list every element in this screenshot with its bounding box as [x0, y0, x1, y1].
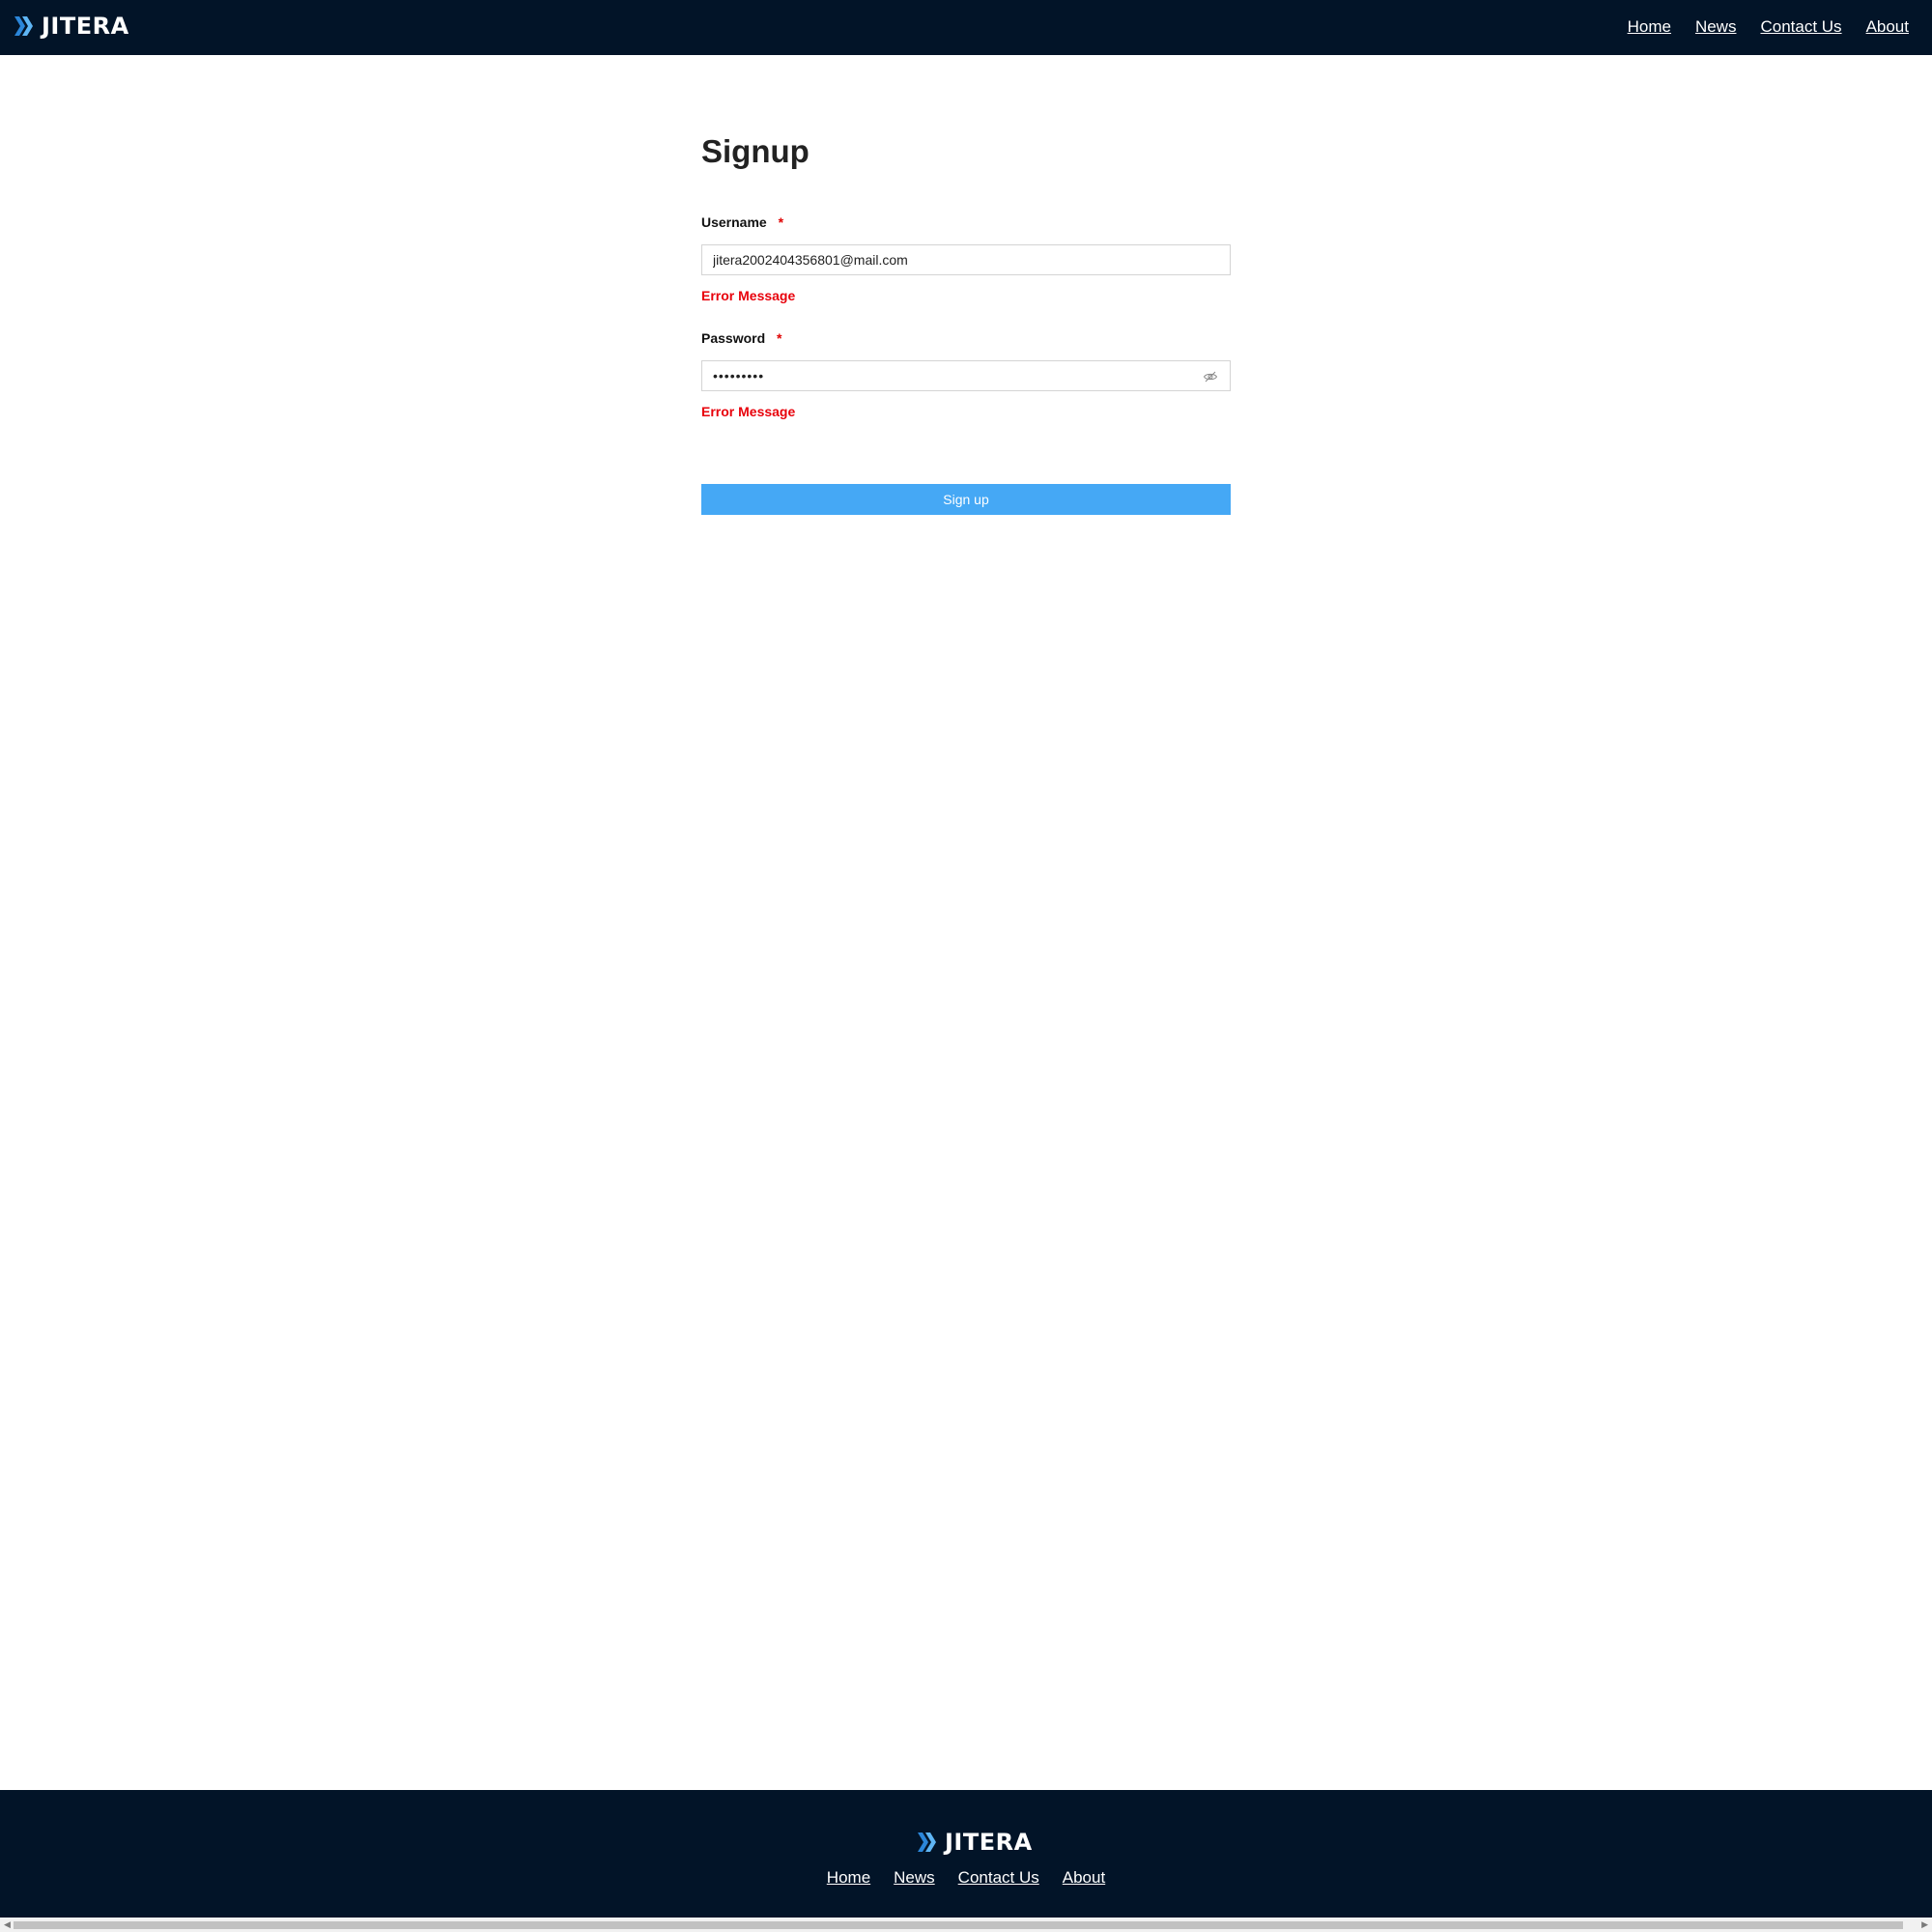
footer-nav: Home News Contact Us About — [0, 1868, 1932, 1888]
footer-brand-text: JITERA — [945, 1829, 1033, 1856]
footer-about-link[interactable]: About — [1063, 1868, 1105, 1888]
horizontal-scrollbar[interactable]: ◀ ▶ — [0, 1918, 1932, 1932]
password-label: Password * — [701, 330, 781, 346]
footer-home-link[interactable]: Home — [827, 1868, 870, 1888]
nav-home-link[interactable]: Home — [1628, 17, 1671, 37]
header-nav: Home News Contact Us About — [1628, 17, 1909, 37]
header-logo[interactable]: JITERA — [14, 13, 129, 40]
header-brand-text: JITERA — [42, 13, 129, 40]
scrollbar-thumb[interactable] — [14, 1921, 1903, 1929]
signup-button[interactable]: Sign up — [701, 484, 1231, 515]
eye-slash-icon[interactable] — [1203, 369, 1218, 384]
scroll-left-icon[interactable]: ◀ — [4, 1920, 11, 1929]
nav-about-link[interactable]: About — [1866, 17, 1909, 37]
password-error: Error Message — [701, 404, 796, 419]
double-chevron-right-icon — [14, 16, 33, 36]
username-label-text: Username — [701, 214, 767, 230]
page-title: Signup — [701, 133, 810, 169]
footer-news-link[interactable]: News — [894, 1868, 935, 1888]
username-field[interactable] — [701, 244, 1231, 275]
password-field[interactable] — [701, 360, 1231, 391]
nav-contact-link[interactable]: Contact Us — [1760, 17, 1841, 37]
footer-contact-link[interactable]: Contact Us — [958, 1868, 1039, 1888]
username-error: Error Message — [701, 288, 796, 303]
scroll-right-icon[interactable]: ▶ — [1921, 1920, 1928, 1929]
signup-form: Signup Username * Error Message Password… — [701, 128, 1231, 515]
double-chevron-right-icon — [918, 1833, 936, 1852]
password-input[interactable] — [702, 361, 1230, 390]
page: JITERA Home News Contact Us About Signup… — [0, 0, 1932, 1932]
footer-logo[interactable]: JITERA — [918, 1829, 1033, 1856]
username-label: Username * — [701, 214, 783, 230]
required-marker: * — [777, 330, 782, 346]
nav-news-link[interactable]: News — [1695, 17, 1737, 37]
footer: JITERA Home News Contact Us About — [0, 1790, 1932, 1918]
username-input[interactable] — [702, 245, 1230, 274]
password-label-text: Password — [701, 330, 766, 346]
required-marker: * — [778, 214, 784, 230]
top-header: JITERA Home News Contact Us About — [0, 0, 1932, 55]
